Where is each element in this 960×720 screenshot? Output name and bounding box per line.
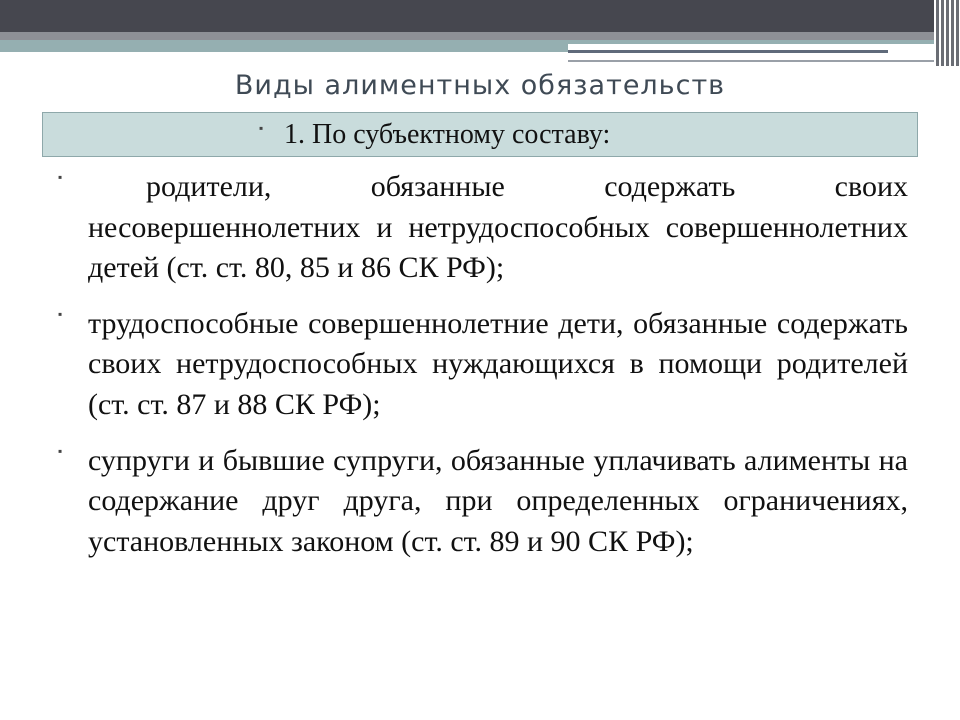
- list-item: ▪ родители, обязанные содержать своих не…: [54, 167, 908, 289]
- bullet-icon: ▪: [58, 443, 63, 458]
- list-item-text: трудоспособные совершеннолетние дети, об…: [88, 306, 908, 421]
- header-band-grey: [0, 32, 960, 40]
- header-thin-rule-secondary: [568, 60, 943, 62]
- header-thin-rule: [568, 50, 888, 53]
- subheading-box: ▪ 1. По субъектному составу:: [42, 112, 918, 157]
- list-item: ▪ трудоспособные совершеннолетние дети, …: [54, 304, 908, 426]
- header-band-dark: [0, 0, 960, 32]
- list-item-text: родители, обязанные содержать своих несо…: [88, 170, 908, 285]
- list-item-text: супруги и бывшие супруги, обязанные упла…: [88, 443, 908, 558]
- bullet-icon: ▪: [58, 306, 63, 321]
- subheading-bullet-icon: ▪: [259, 121, 264, 135]
- bullet-list: ▪ родители, обязанные содержать своих не…: [54, 167, 908, 577]
- header-accent-teal-right: [568, 40, 960, 44]
- header-stripes-decoration: [934, 0, 960, 66]
- bullet-icon: ▪: [58, 170, 63, 184]
- header-accent-teal-left: [0, 40, 568, 52]
- slide-title: Виды алиментных обязательств: [234, 70, 726, 101]
- list-item: ▪ супруги и бывшие супруги, обязанные уп…: [54, 441, 908, 563]
- subheading-text: 1. По субъектному составу:: [284, 119, 611, 150]
